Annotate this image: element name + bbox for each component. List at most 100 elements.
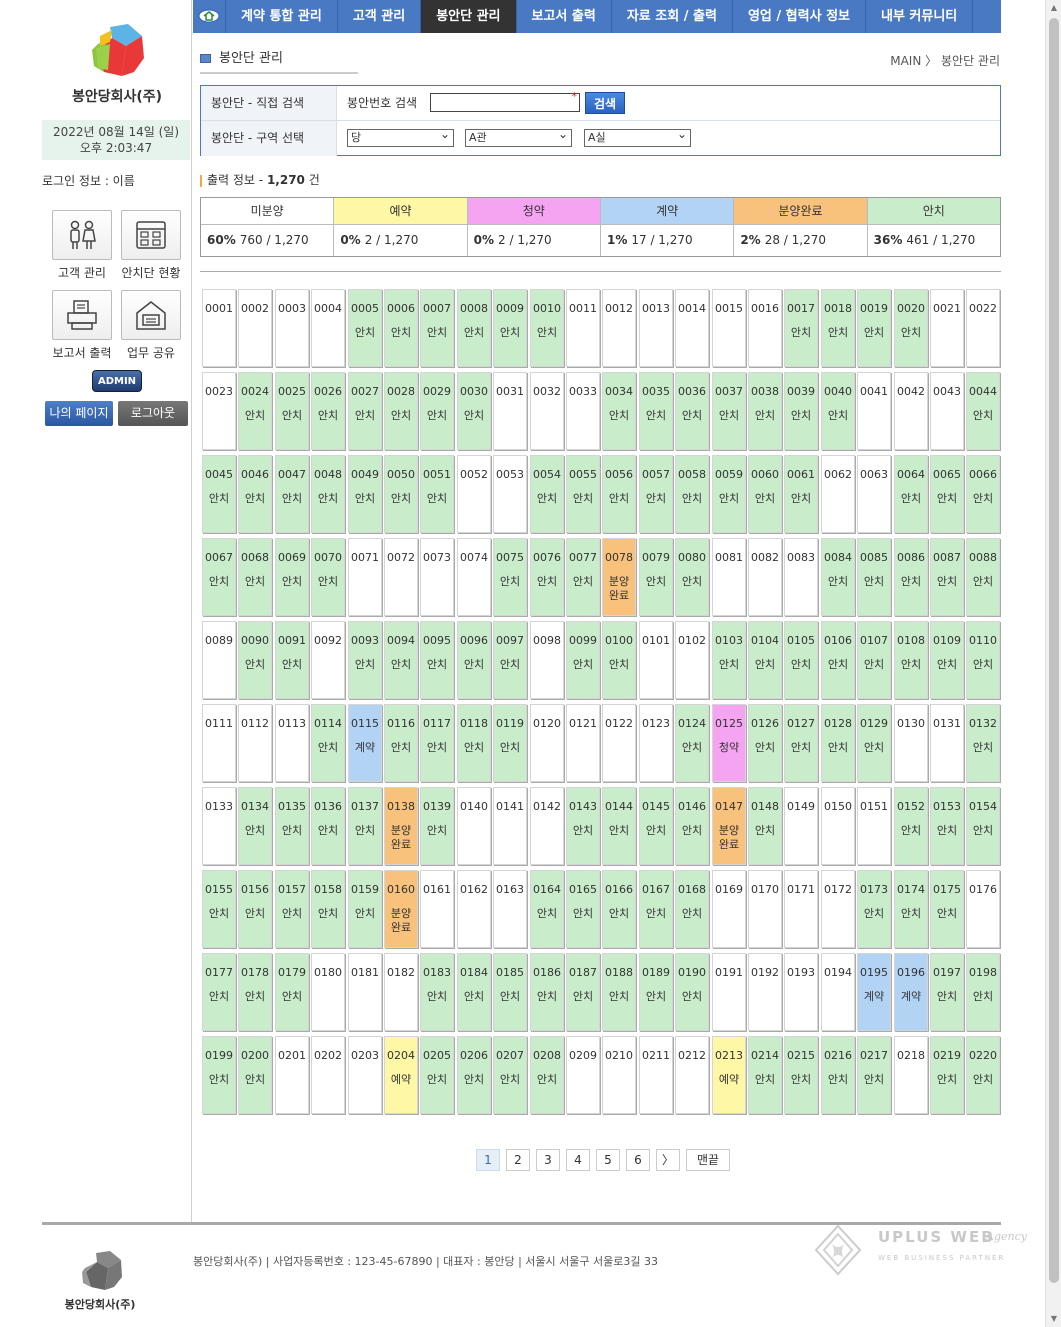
niche-cell[interactable]: 0128 안치 xyxy=(821,704,855,782)
niche-cell[interactable]: 0147 분양 완료 xyxy=(712,787,746,865)
niche-cell[interactable]: 0044 안치 xyxy=(966,372,1000,450)
niche-cell[interactable]: 0123 xyxy=(639,704,673,782)
niche-cell[interactable]: 0111 xyxy=(202,704,236,782)
niche-cell[interactable]: 0164 안치 xyxy=(530,870,564,948)
niche-cell[interactable]: 0194 xyxy=(821,953,855,1031)
niche-cell[interactable]: 0074 xyxy=(457,538,491,616)
nav-item-4[interactable]: 자료 조회 / 출력 xyxy=(612,0,733,33)
niche-cell[interactable]: 0121 xyxy=(566,704,600,782)
niche-cell[interactable]: 0059 안치 xyxy=(712,455,746,533)
niche-cell[interactable]: 0045 안치 xyxy=(202,455,236,533)
niche-cell[interactable]: 0137 안치 xyxy=(348,787,382,865)
niche-cell[interactable]: 0066 안치 xyxy=(966,455,1000,533)
last-page-button[interactable]: 맨끝 xyxy=(686,1149,730,1171)
niche-cell[interactable]: 0209 xyxy=(566,1036,600,1114)
niche-cell[interactable]: 0167 안치 xyxy=(639,870,673,948)
niche-cell[interactable]: 0035 안치 xyxy=(639,372,673,450)
niche-cell[interactable]: 0079 안치 xyxy=(639,538,673,616)
niche-cell[interactable]: 0067 안치 xyxy=(202,538,236,616)
niche-cell[interactable]: 0014 xyxy=(675,289,709,367)
niche-cell[interactable]: 0219 안치 xyxy=(930,1036,964,1114)
niche-cell[interactable]: 0132 안치 xyxy=(966,704,1000,782)
niche-cell[interactable]: 0063 xyxy=(857,455,891,533)
niche-cell[interactable]: 0002 xyxy=(238,289,272,367)
niche-cell[interactable]: 0193 xyxy=(784,953,818,1031)
niche-cell[interactable]: 0122 xyxy=(602,704,636,782)
niche-cell[interactable]: 0056 안치 xyxy=(602,455,636,533)
niche-cell[interactable]: 0198 안치 xyxy=(966,953,1000,1031)
niche-cell[interactable]: 0037 안치 xyxy=(712,372,746,450)
niche-cell[interactable]: 0005 안치 xyxy=(348,289,382,367)
niche-cell[interactable]: 0156 안치 xyxy=(238,870,272,948)
niche-cell[interactable]: 0034 안치 xyxy=(602,372,636,450)
niche-cell[interactable]: 0026 안치 xyxy=(311,372,345,450)
niche-cell[interactable]: 0216 안치 xyxy=(821,1036,855,1114)
niche-cell[interactable]: 0051 안치 xyxy=(420,455,454,533)
niche-cell[interactable]: 0042 xyxy=(894,372,928,450)
niche-cell[interactable]: 0143 안치 xyxy=(566,787,600,865)
niche-cell[interactable]: 0215 안치 xyxy=(784,1036,818,1114)
niche-cell[interactable]: 0134 안치 xyxy=(238,787,272,865)
niche-cell[interactable]: 0110 안치 xyxy=(966,621,1000,699)
niche-cell[interactable]: 0106 안치 xyxy=(821,621,855,699)
scroll-thumb[interactable] xyxy=(1049,18,1059,1283)
niche-cell[interactable]: 0176 xyxy=(966,870,1000,948)
niche-cell[interactable]: 0126 안치 xyxy=(748,704,782,782)
niche-cell[interactable]: 0003 xyxy=(275,289,309,367)
niche-cell[interactable]: 0154 안치 xyxy=(966,787,1000,865)
niche-cell[interactable]: 0107 안치 xyxy=(857,621,891,699)
niche-cell[interactable]: 0189 안치 xyxy=(639,953,673,1031)
niche-cell[interactable]: 0101 xyxy=(639,621,673,699)
niche-cell[interactable]: 0088 안치 xyxy=(966,538,1000,616)
niche-cell[interactable]: 0100 안치 xyxy=(602,621,636,699)
next-page-button[interactable]: 〉 xyxy=(656,1149,680,1171)
niche-cell[interactable]: 0064 안치 xyxy=(894,455,928,533)
niche-cell[interactable]: 0187 안치 xyxy=(566,953,600,1031)
niche-cell[interactable]: 0095 안치 xyxy=(420,621,454,699)
niche-cell[interactable]: 0071 xyxy=(348,538,382,616)
building-select[interactable]: 당 xyxy=(347,126,454,147)
niche-cell[interactable]: 0183 안치 xyxy=(420,953,454,1031)
niche-cell[interactable]: 0058 안치 xyxy=(675,455,709,533)
niche-cell[interactable]: 0039 안치 xyxy=(784,372,818,450)
niche-cell[interactable]: 0197 안치 xyxy=(930,953,964,1031)
niche-cell[interactable]: 0118 안치 xyxy=(457,704,491,782)
niche-cell[interactable]: 0086 안치 xyxy=(894,538,928,616)
niche-cell[interactable]: 0204 예약 xyxy=(384,1036,418,1114)
niche-cell[interactable]: 0202 xyxy=(311,1036,345,1114)
niche-cell[interactable]: 0065 안치 xyxy=(930,455,964,533)
niche-cell[interactable]: 0093 안치 xyxy=(348,621,382,699)
niche-cell[interactable]: 0006 안치 xyxy=(384,289,418,367)
niche-cell[interactable]: 0090 안치 xyxy=(238,621,272,699)
niche-cell[interactable]: 0131 xyxy=(930,704,964,782)
quick-niche-status-button[interactable]: 안치단 현황 xyxy=(121,210,181,281)
niche-cell[interactable]: 0096 안치 xyxy=(457,621,491,699)
niche-cell[interactable]: 0091 안치 xyxy=(275,621,309,699)
niche-cell[interactable]: 0159 안치 xyxy=(348,870,382,948)
quick-work-share-button[interactable]: 업무 공유 xyxy=(121,290,181,361)
niche-cell[interactable]: 0040 안치 xyxy=(821,372,855,450)
niche-cell[interactable]: 0080 안치 xyxy=(675,538,709,616)
niche-cell[interactable]: 0115 계약 xyxy=(348,704,382,782)
niche-cell[interactable]: 0172 xyxy=(821,870,855,948)
nav-item-1[interactable]: 고객 관리 xyxy=(338,0,422,33)
number-search-input[interactable]: * xyxy=(430,90,580,112)
niche-cell[interactable]: 0102 xyxy=(675,621,709,699)
niche-cell[interactable]: 0152 안치 xyxy=(894,787,928,865)
page-button[interactable]: 1 xyxy=(476,1149,500,1171)
niche-cell[interactable]: 0180 xyxy=(311,953,345,1031)
niche-cell[interactable]: 0076 안치 xyxy=(530,538,564,616)
niche-cell[interactable]: 0062 xyxy=(821,455,855,533)
niche-cell[interactable]: 0210 xyxy=(602,1036,636,1114)
niche-cell[interactable]: 0220 안치 xyxy=(966,1036,1000,1114)
niche-cell[interactable]: 0108 안치 xyxy=(894,621,928,699)
vertical-scrollbar[interactable]: ▲ ▼ xyxy=(1045,0,1061,1327)
niche-cell[interactable]: 0148 안치 xyxy=(748,787,782,865)
niche-cell[interactable]: 0094 안치 xyxy=(384,621,418,699)
niche-cell[interactable]: 0158 안치 xyxy=(311,870,345,948)
niche-cell[interactable]: 0171 xyxy=(784,870,818,948)
niche-cell[interactable]: 0022 xyxy=(966,289,1000,367)
niche-cell[interactable]: 0168 안치 xyxy=(675,870,709,948)
niche-cell[interactable]: 0060 안치 xyxy=(748,455,782,533)
niche-cell[interactable]: 0124 안치 xyxy=(675,704,709,782)
